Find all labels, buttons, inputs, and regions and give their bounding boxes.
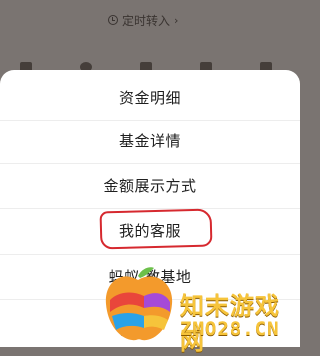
menu-item-amount-display[interactable]: 金额展示方式: [0, 162, 300, 208]
clock-icon: [108, 15, 118, 25]
menu-item-label: 基金详情: [118, 131, 181, 150]
scheduled-transfer-label: 定时转入: [122, 13, 171, 28]
menu-item-label: 资金明细: [118, 88, 181, 107]
menu-item-label: 金额展示方式: [103, 176, 197, 195]
watermark-logo: 知末游戏网 ZMO28.CN: [98, 262, 300, 355]
scheduled-transfer-link[interactable]: 定时转入 ›: [108, 8, 178, 32]
menu-item-fund-details[interactable]: 资金明细: [0, 74, 300, 120]
apple-logo-icon: [105, 267, 173, 341]
menu-item-fund-info[interactable]: 基金详情: [0, 117, 300, 163]
watermark-en-text: ZMO28.CN: [180, 318, 280, 340]
red-highlight-annotation: [99, 208, 213, 250]
chevron-right-icon: ›: [174, 13, 179, 27]
